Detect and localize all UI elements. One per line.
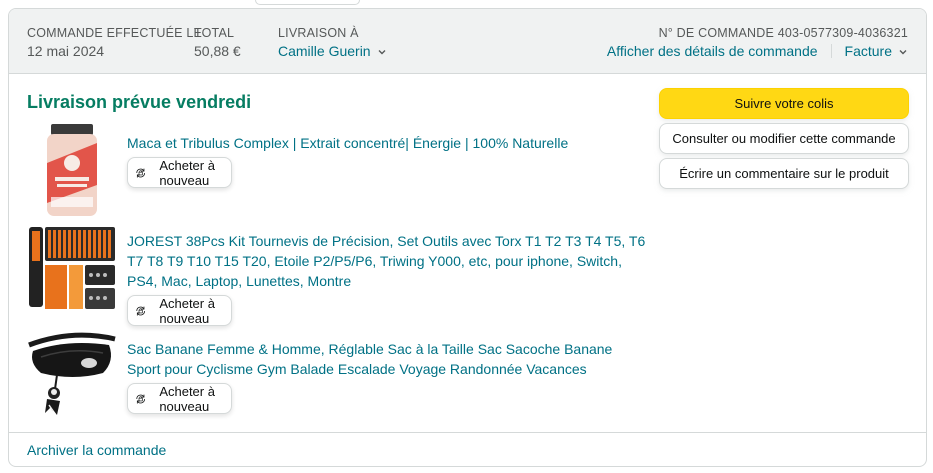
ship-to-label: LIVRAISON À xyxy=(278,26,359,40)
buy-again-button[interactable]: Acheter à nouveau xyxy=(127,383,232,414)
order-footer: Archiver la commande xyxy=(9,432,926,466)
product-image-screwdriver-kit[interactable] xyxy=(27,223,117,318)
invoice-dropdown[interactable]: Facture xyxy=(845,43,908,59)
chevron-down-icon xyxy=(377,47,387,57)
buy-again-icon xyxy=(136,168,145,177)
product-image-waist-bag[interactable] xyxy=(27,331,117,426)
buy-again-label: Acheter à nouveau xyxy=(159,295,215,326)
total-label: TOTAL xyxy=(194,26,235,40)
order-card: COMMANDE EFFECTUÉE LE 12 mai 2024 TOTAL … xyxy=(8,8,927,467)
order-number-block: N° DE COMMANDE 403-0577309-4036321 Affic… xyxy=(607,26,908,59)
view-modify-order-button[interactable]: Consulter ou modifier cette commande xyxy=(659,123,909,154)
total-block: TOTAL 50,88 € xyxy=(194,26,241,59)
write-review-button[interactable]: Écrire un commentaire sur le produit xyxy=(659,158,909,189)
track-package-button[interactable]: Suivre votre colis xyxy=(659,88,909,119)
product-title-link[interactable]: Sac Banane Femme & Homme, Réglable Sac à… xyxy=(127,339,647,379)
delivery-status-title: Livraison prévue vendredi xyxy=(27,92,252,112)
order-number: N° DE COMMANDE 403-0577309-4036321 xyxy=(658,26,908,40)
buy-again-label: Acheter à nouveau xyxy=(159,383,215,414)
invoice-label: Facture xyxy=(844,43,892,59)
product-image-supplement-bottle[interactable] xyxy=(27,123,117,224)
order-date-block: COMMANDE EFFECTUÉE LE 12 mai 2024 xyxy=(27,26,202,59)
ship-to-name: Camille Guerin xyxy=(278,43,371,59)
buy-again-button[interactable]: Acheter à nouveau xyxy=(127,157,232,188)
archive-order-link[interactable]: Archiver la commande xyxy=(27,442,166,458)
buy-again-icon xyxy=(136,394,145,403)
chevron-down-icon xyxy=(898,47,908,57)
order-date-label: COMMANDE EFFECTUÉE LE xyxy=(27,26,203,40)
buy-again-label: Acheter à nouveau xyxy=(159,157,215,188)
previous-card-edge xyxy=(255,0,360,5)
buy-again-button[interactable]: Acheter à nouveau xyxy=(127,295,232,326)
order-total: 50,88 € xyxy=(194,43,241,59)
product-title-link[interactable]: JOREST 38Pcs Kit Tournevis de Précision,… xyxy=(127,231,647,291)
product-title-link[interactable]: Maca et Tribulus Complex | Extrait conce… xyxy=(127,133,647,153)
ship-to-dropdown[interactable]: Camille Guerin xyxy=(278,43,387,59)
divider xyxy=(830,44,832,58)
buy-again-icon xyxy=(136,306,145,315)
ship-to-block: LIVRAISON À Camille Guerin xyxy=(278,26,387,59)
order-details-link[interactable]: Afficher des détails de commande xyxy=(607,43,818,59)
order-header: COMMANDE EFFECTUÉE LE 12 mai 2024 TOTAL … xyxy=(9,9,926,74)
order-date: 12 mai 2024 xyxy=(27,43,105,59)
